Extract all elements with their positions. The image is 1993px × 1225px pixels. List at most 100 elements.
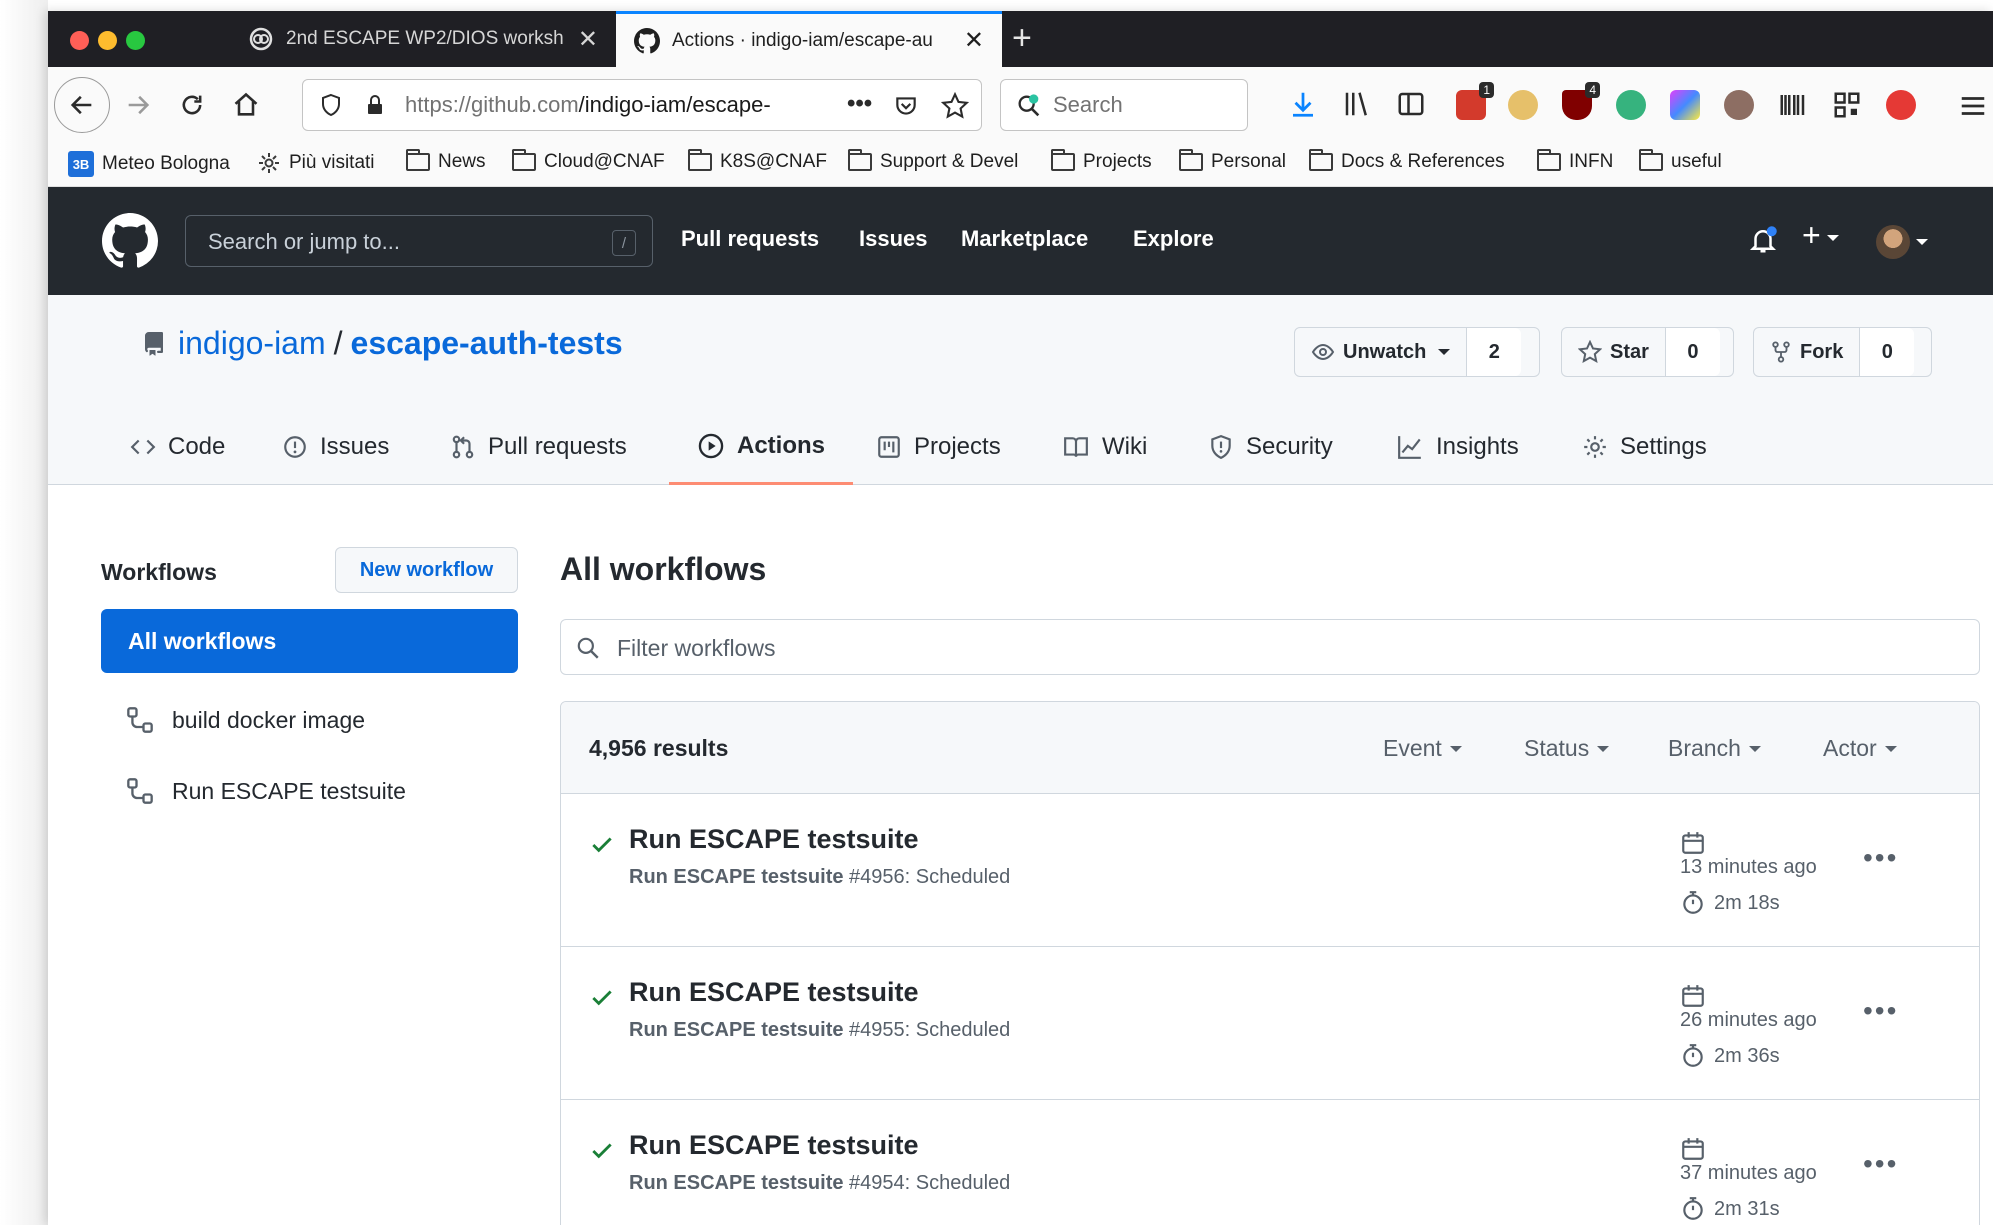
tomato-timer-icon[interactable] bbox=[1886, 90, 1916, 120]
nav-marketplace[interactable]: Marketplace bbox=[961, 226, 1088, 252]
bookmark-personal[interactable]: Personal bbox=[1179, 149, 1286, 173]
eye-icon bbox=[1311, 343, 1335, 361]
tab-security[interactable]: Security bbox=[1208, 409, 1333, 485]
bookmark-docs-references[interactable]: Docs & References bbox=[1309, 149, 1505, 173]
tab-issues[interactable]: Issues bbox=[282, 409, 389, 485]
watch-button[interactable]: Unwatch 2 bbox=[1294, 327, 1540, 377]
run-title-link[interactable]: Run ESCAPE testsuite bbox=[629, 977, 919, 1008]
repo-name-link[interactable]: escape-auth-tests bbox=[351, 325, 623, 362]
nav-issues[interactable]: Issues bbox=[859, 226, 928, 252]
url-host: https://github.com bbox=[405, 92, 579, 117]
watch-count[interactable]: 2 bbox=[1466, 328, 1522, 376]
filter-status-dropdown[interactable]: Status bbox=[1524, 735, 1610, 762]
create-new-button[interactable]: + bbox=[1802, 217, 1839, 254]
pocket-icon[interactable] bbox=[893, 93, 919, 119]
run-title-link[interactable]: Run ESCAPE testsuite bbox=[629, 824, 919, 855]
tab-settings[interactable]: Settings bbox=[1582, 409, 1707, 485]
filter-event-dropdown[interactable]: Event bbox=[1383, 735, 1462, 762]
sidebar-toggle-icon[interactable] bbox=[1396, 89, 1426, 119]
workflow-run-row[interactable]: Run ESCAPE testsuite Run ESCAPE testsuit… bbox=[561, 1100, 1979, 1225]
ublock-shield-icon[interactable]: 4 bbox=[1562, 82, 1600, 120]
url-bar[interactable]: https://github.com/indigo-iam/escape- ••… bbox=[302, 79, 982, 131]
new-tab-button[interactable]: + bbox=[1012, 19, 1032, 58]
close-window-button[interactable] bbox=[70, 31, 89, 50]
page-title: All workflows bbox=[560, 551, 767, 587]
github-search-input[interactable]: Search or jump to... / bbox=[185, 215, 653, 267]
extension-badge: 1 bbox=[1479, 82, 1494, 98]
workflow-run-row[interactable]: Run ESCAPE testsuite Run ESCAPE testsuit… bbox=[561, 794, 1979, 947]
run-options-kebab-icon[interactable]: ••• bbox=[1863, 995, 1898, 1027]
tab-pull-requests[interactable]: Pull requests bbox=[450, 409, 627, 485]
issue-circle-icon bbox=[282, 434, 308, 460]
filter-workflows-input[interactable]: Filter workflows bbox=[560, 619, 1980, 675]
hamburger-menu-icon[interactable] bbox=[1958, 91, 1988, 121]
fork-count[interactable]: 0 bbox=[1859, 328, 1915, 376]
page-actions-icon[interactable]: ••• bbox=[847, 90, 872, 118]
nav-pull-requests[interactable]: Pull requests bbox=[681, 226, 819, 252]
browser-tab-active[interactable]: Actions · indigo-iam/escape-au ✕ bbox=[616, 11, 1002, 67]
extension-green-circle-icon[interactable] bbox=[1616, 90, 1646, 120]
tab-label: Actions bbox=[737, 431, 826, 459]
user-avatar-menu[interactable] bbox=[1876, 225, 1928, 259]
bookmark-useful[interactable]: useful bbox=[1639, 149, 1722, 173]
bookmark-star-icon[interactable] bbox=[941, 92, 969, 120]
bookmark-meteo-bologna[interactable]: 3B Meteo Bologna bbox=[68, 151, 230, 177]
browser-tab-inactive[interactable]: 2nd ESCAPE WP2/DIOS worksh ✕ bbox=[230, 11, 616, 67]
star-count[interactable]: 0 bbox=[1664, 328, 1720, 376]
reload-button[interactable] bbox=[176, 89, 208, 121]
bookmark-projects[interactable]: Projects bbox=[1051, 149, 1152, 173]
bookmark-support-devel[interactable]: Support & Devel bbox=[848, 149, 1018, 173]
qr-code-icon[interactable] bbox=[1832, 90, 1862, 120]
extension-bird-icon[interactable] bbox=[1508, 90, 1538, 120]
fork-button[interactable]: Fork 0 bbox=[1753, 327, 1932, 377]
lock-icon bbox=[368, 95, 382, 114]
maximize-window-button[interactable] bbox=[126, 31, 145, 50]
repo-owner-link[interactable]: indigo-iam bbox=[178, 325, 326, 362]
star-button[interactable]: Star 0 bbox=[1561, 327, 1734, 377]
sidebar-item-run-escape-testsuite[interactable]: Run ESCAPE testsuite bbox=[126, 777, 406, 805]
minimize-window-button[interactable] bbox=[98, 31, 117, 50]
run-options-kebab-icon[interactable]: ••• bbox=[1863, 1148, 1898, 1180]
home-button[interactable] bbox=[230, 89, 262, 121]
extension-avatar-icon[interactable] bbox=[1724, 90, 1754, 120]
star-icon bbox=[1578, 340, 1602, 364]
browser-search-box[interactable]: Search bbox=[1000, 79, 1248, 131]
browser-window: 2nd ESCAPE WP2/DIOS worksh ✕ Actions · i… bbox=[48, 11, 1993, 1225]
bookmark-piu-visitati[interactable]: Più visitati bbox=[257, 151, 375, 175]
close-tab-icon[interactable]: ✕ bbox=[578, 25, 598, 54]
filter-actor-dropdown[interactable]: Actor bbox=[1823, 735, 1897, 762]
bookmark-label: INFN bbox=[1569, 151, 1614, 172]
extension-red-icon[interactable]: 1 bbox=[1456, 82, 1494, 120]
bookmark-news[interactable]: News bbox=[406, 149, 486, 173]
sidebar-item-build-docker-image[interactable]: build docker image bbox=[126, 706, 365, 734]
forward-button[interactable] bbox=[122, 89, 154, 121]
close-tab-icon[interactable]: ✕ bbox=[964, 26, 984, 55]
workflow-run-row[interactable]: Run ESCAPE testsuite Run ESCAPE testsuit… bbox=[561, 947, 1979, 1100]
notification-bell-icon[interactable] bbox=[1748, 225, 1778, 255]
github-logo-icon[interactable] bbox=[102, 213, 158, 269]
extension-colorful-icon[interactable] bbox=[1670, 90, 1700, 120]
home-icon bbox=[234, 92, 258, 116]
bookmark-k8s-cnaf[interactable]: K8S@CNAF bbox=[688, 149, 827, 173]
filter-branch-dropdown[interactable]: Branch bbox=[1668, 735, 1761, 762]
tab-code[interactable]: Code bbox=[130, 409, 225, 485]
bookmark-label: News bbox=[438, 151, 486, 172]
run-options-kebab-icon[interactable]: ••• bbox=[1863, 842, 1898, 874]
chevron-down-icon bbox=[1884, 745, 1897, 752]
repo-separator: / bbox=[333, 325, 343, 361]
new-workflow-button[interactable]: New workflow bbox=[335, 547, 518, 593]
library-icon[interactable] bbox=[1342, 89, 1372, 119]
barcode-icon[interactable] bbox=[1778, 90, 1808, 120]
back-button[interactable] bbox=[54, 77, 110, 133]
sidebar-item-all-workflows[interactable]: All workflows bbox=[101, 609, 518, 673]
tab-actions[interactable]: Actions bbox=[669, 409, 854, 485]
tab-insights[interactable]: Insights bbox=[1396, 409, 1519, 485]
tab-wiki[interactable]: Wiki bbox=[1062, 409, 1147, 485]
bookmark-cloud-cnaf[interactable]: Cloud@CNAF bbox=[512, 149, 665, 173]
nav-explore[interactable]: Explore bbox=[1133, 226, 1214, 252]
download-icon[interactable] bbox=[1288, 89, 1318, 119]
play-circle-icon bbox=[697, 432, 725, 460]
tab-projects[interactable]: Projects bbox=[876, 409, 1001, 485]
bookmark-infn[interactable]: INFN bbox=[1537, 149, 1614, 173]
run-title-link[interactable]: Run ESCAPE testsuite bbox=[629, 1130, 919, 1161]
